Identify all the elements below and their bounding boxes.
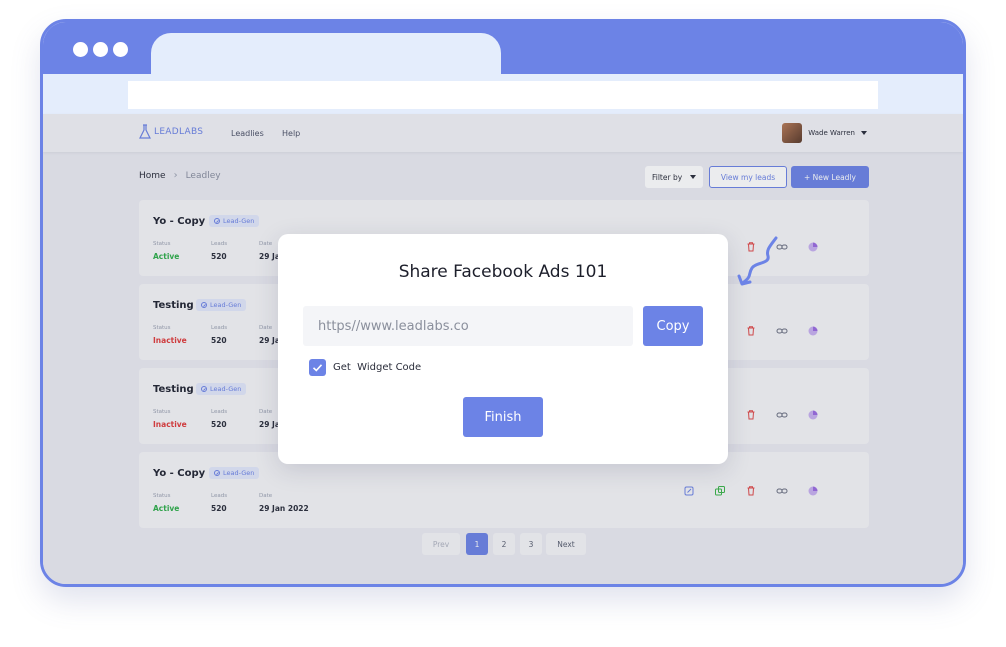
widget-code-checkbox[interactable] [309, 359, 326, 376]
copy-button[interactable]: Copy [643, 306, 703, 346]
browser-toolbar [43, 74, 963, 114]
pointer-arrow-icon [737, 236, 778, 286]
finish-button[interactable]: Finish [463, 397, 543, 437]
window-dot-icon[interactable] [73, 42, 88, 57]
share-link-input[interactable] [303, 306, 633, 346]
browser-tab[interactable] [151, 33, 501, 77]
window-dot-icon[interactable] [113, 42, 128, 57]
checkmark-icon [312, 364, 323, 372]
browser-chrome [43, 22, 963, 77]
share-dialog: Share Facebook Ads 101 Copy Get Widget C… [278, 234, 728, 464]
dialog-title: Share Facebook Ads 101 [398, 262, 608, 282]
address-bar[interactable] [128, 81, 878, 109]
widget-code-label: Get Widget Code [333, 362, 422, 373]
window-dot-icon[interactable] [93, 42, 108, 57]
